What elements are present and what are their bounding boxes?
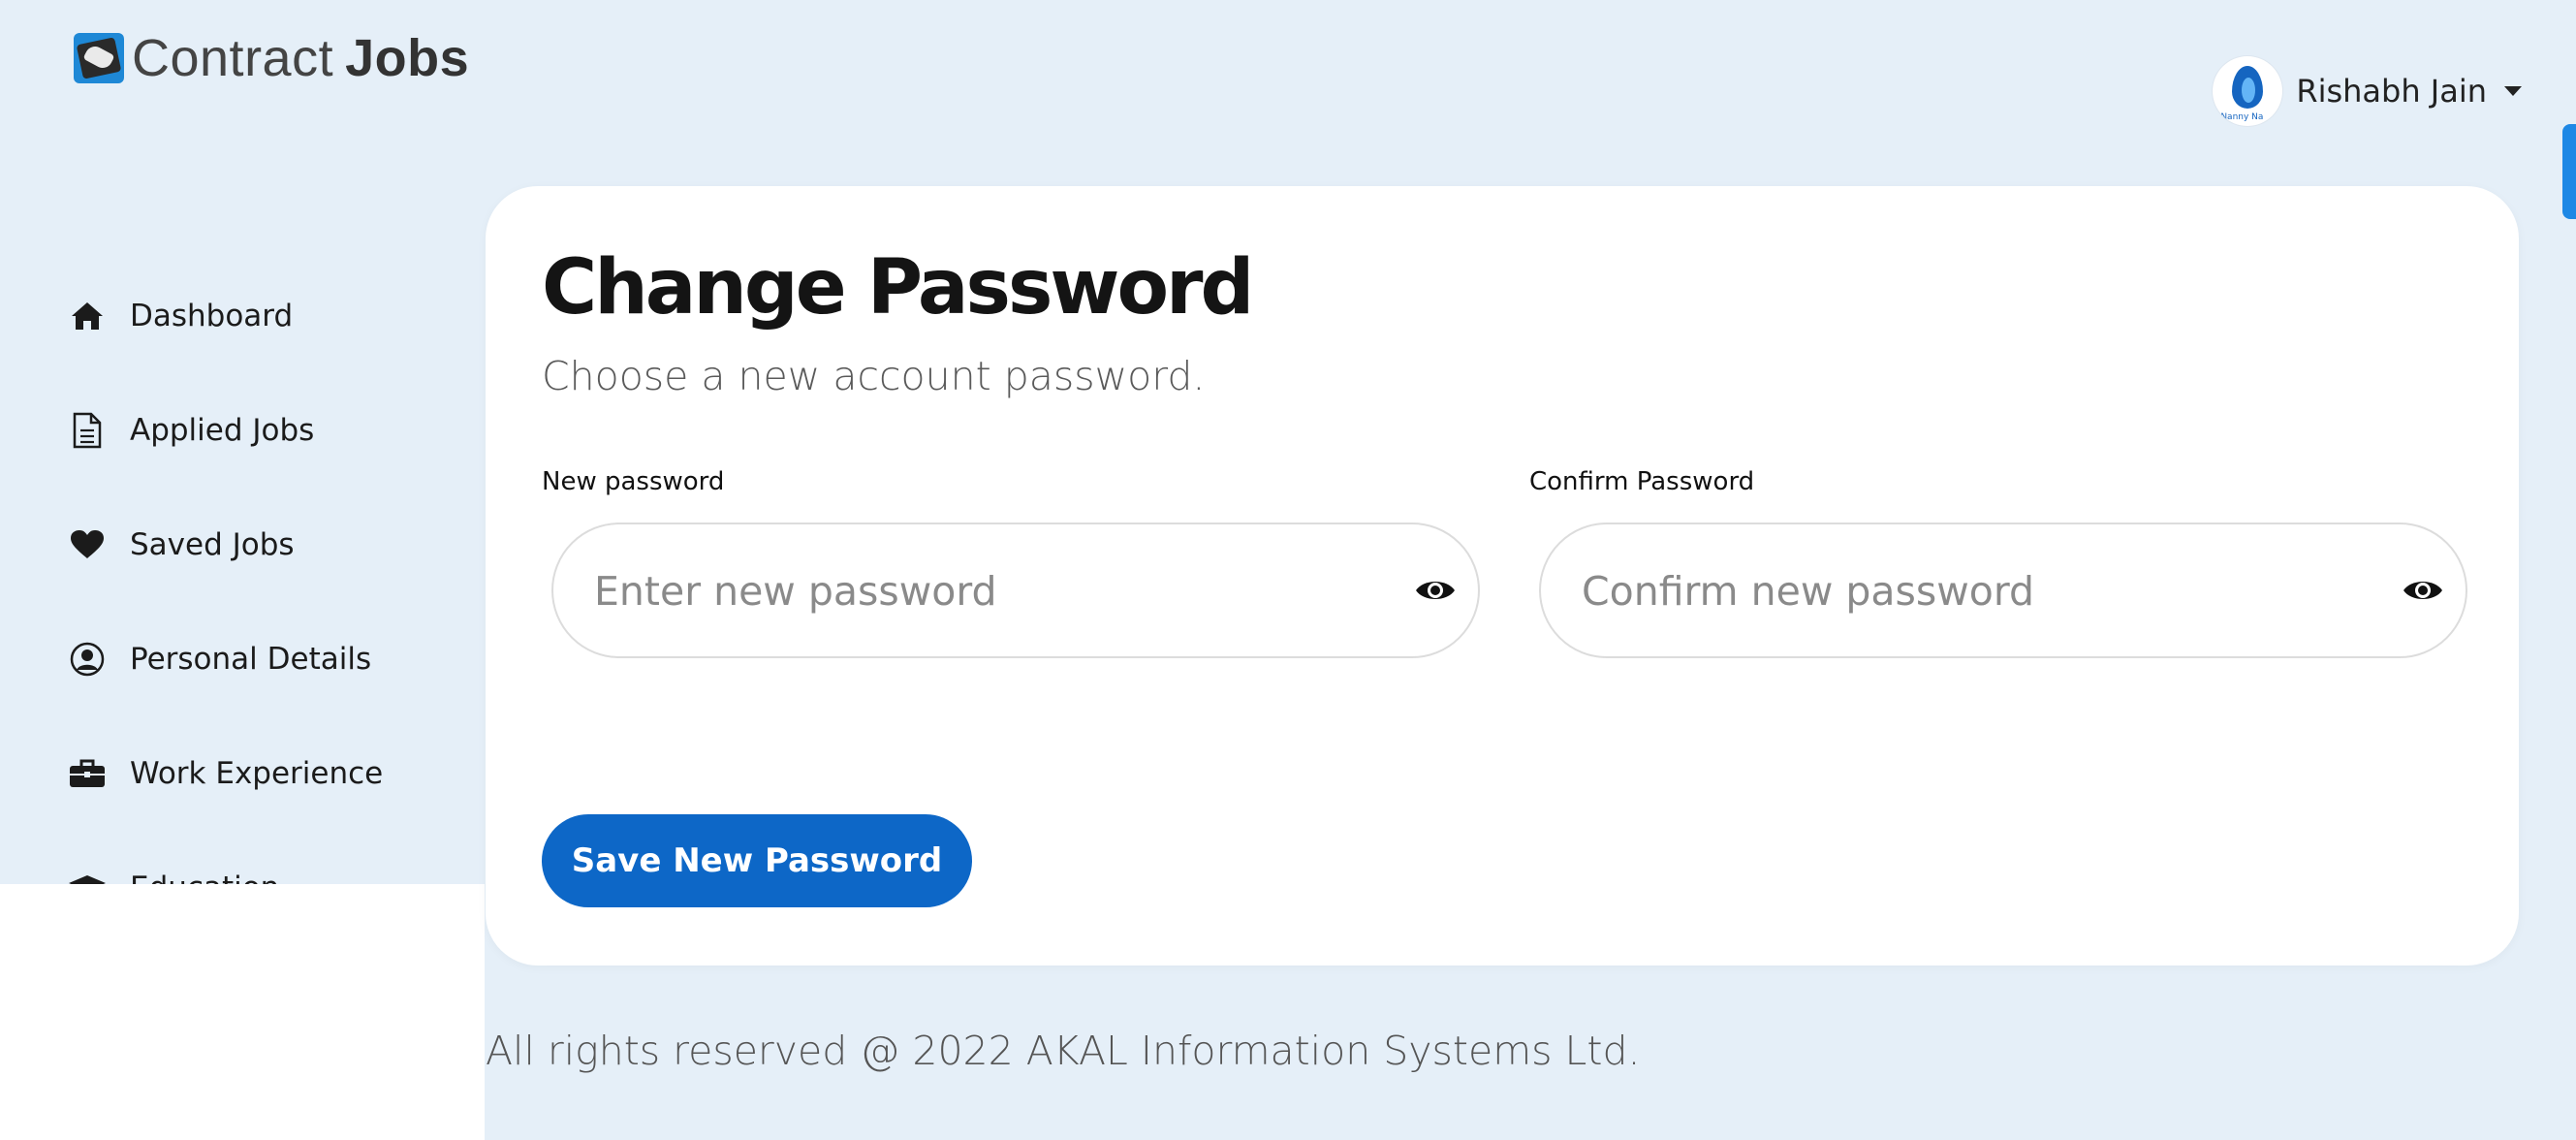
confirm-password-field-wrapper	[1539, 522, 2467, 658]
page-subtitle: Choose a new account password.	[542, 353, 1206, 399]
sidebar-item-applied-jobs[interactable]: Applied Jobs	[68, 411, 314, 450]
sidebar-item-label: Applied Jobs	[130, 413, 315, 448]
footer-copyright: All rights reserved @ 2022 AKAL Informat…	[486, 1028, 1641, 1074]
sidebar: Dashboard Applied Jobs Saved Jobs Person…	[0, 281, 485, 884]
brand-logo[interactable]: Contract Jobs	[74, 29, 469, 87]
handshake-icon	[74, 33, 124, 83]
sidebar-item-label: Dashboard	[130, 299, 294, 333]
document-icon	[68, 411, 107, 450]
sidebar-item-dashboard[interactable]: Dashboard	[68, 297, 293, 335]
chevron-down-icon	[2504, 86, 2522, 96]
eye-icon[interactable]	[1414, 571, 1457, 610]
briefcase-icon	[68, 754, 107, 793]
confirm-password-label: Confirm Password	[1529, 467, 1755, 496]
new-password-field-wrapper	[551, 522, 1480, 658]
user-circle-icon	[68, 640, 107, 679]
sidebar-item-work-experience[interactable]: Work Experience	[68, 754, 383, 793]
sidebar-item-label: Personal Details	[130, 642, 372, 677]
save-new-password-button[interactable]: Save New Password	[542, 814, 972, 907]
change-password-card: Change Password Choose a new account pas…	[486, 186, 2519, 966]
brand-name-light: Contract	[132, 29, 334, 87]
new-password-input[interactable]	[592, 524, 1371, 658]
avatar-text: Nanny Na	[2220, 112, 2264, 122]
user-menu[interactable]: Nanny Na Rishabh Jain	[2213, 56, 2522, 126]
brand-name: Contract Jobs	[132, 28, 469, 88]
sidebar-item-label: Saved Jobs	[130, 527, 295, 562]
new-password-label: New password	[542, 467, 725, 496]
user-name: Rishabh Jain	[2296, 73, 2487, 110]
sidebar-item-personal-details[interactable]: Personal Details	[68, 640, 371, 679]
eye-icon[interactable]	[2402, 571, 2444, 610]
sidebar-footer-area	[0, 884, 485, 1140]
graduation-cap-icon	[68, 869, 107, 884]
sidebar-item-education[interactable]: Education	[68, 869, 279, 884]
confirm-password-input[interactable]	[1580, 524, 2359, 658]
home-icon	[68, 297, 107, 335]
sidebar-item-label: Work Experience	[130, 756, 384, 791]
heart-icon	[68, 525, 107, 564]
scrollbar-thumb[interactable]	[2562, 124, 2576, 219]
avatar: Nanny Na	[2213, 56, 2283, 126]
page-title: Change Password	[542, 244, 1254, 332]
brand-name-bold: Jobs	[345, 29, 470, 87]
sidebar-item-saved-jobs[interactable]: Saved Jobs	[68, 525, 295, 564]
sidebar-item-label: Education	[130, 871, 279, 884]
